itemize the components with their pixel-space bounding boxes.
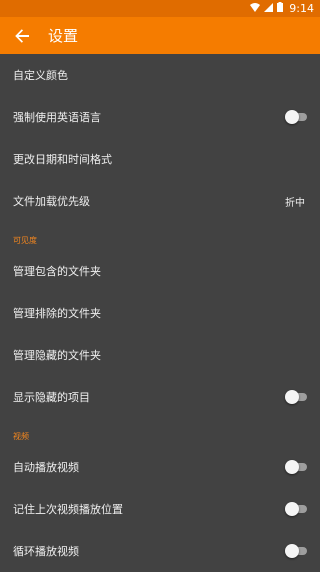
setting-label: 自动播放视频 (13, 461, 79, 474)
status-bar: 9:14 (0, 0, 320, 17)
setting-show-hidden-items[interactable]: 显示隐藏的项目 (0, 376, 320, 418)
battery-icon (277, 2, 284, 15)
arrow-back-icon (15, 28, 29, 43)
setting-excluded-folders[interactable]: 管理排除的文件夹 (0, 292, 320, 334)
show-hidden-toggle[interactable] (285, 390, 307, 404)
setting-remember-position[interactable]: 记住上次视频播放位置 (0, 488, 320, 530)
wifi-icon (250, 2, 261, 15)
page-title: 设置 (48, 27, 79, 45)
setting-force-english[interactable]: 强制使用英语语言 (0, 96, 320, 138)
setting-autoplay-videos[interactable]: 自动播放视频 (0, 446, 320, 488)
setting-date-time-format[interactable]: 更改日期和时间格式 (0, 138, 320, 180)
setting-custom-colors[interactable]: 自定义颜色 (0, 54, 320, 96)
setting-label: 更改日期和时间格式 (13, 153, 112, 166)
app-bar: 设置 (0, 17, 320, 54)
setting-file-loading-priority[interactable]: 文件加载优先级 折中 (0, 180, 320, 222)
setting-label: 显示隐藏的项目 (13, 391, 90, 404)
setting-loop-videos[interactable]: 循环播放视频 (0, 530, 320, 572)
section-header-visibility: 可见度 (13, 236, 37, 245)
signal-icon (264, 2, 274, 15)
setting-label: 文件加载优先级 (13, 195, 90, 208)
setting-included-folders[interactable]: 管理包含的文件夹 (0, 250, 320, 292)
setting-label: 管理隐藏的文件夹 (13, 349, 101, 362)
remember-position-toggle[interactable] (285, 502, 307, 516)
settings-list: 自定义颜色 强制使用英语语言 更改日期和时间格式 文件加载优先级 折中 可见度 … (0, 54, 320, 572)
setting-label: 管理包含的文件夹 (13, 265, 101, 278)
section-header-video: 视频 (13, 432, 29, 441)
status-time: 9:14 (289, 2, 314, 15)
setting-label: 自定义颜色 (13, 69, 68, 82)
setting-hidden-folders[interactable]: 管理隐藏的文件夹 (0, 334, 320, 376)
setting-label: 强制使用英语语言 (13, 111, 101, 124)
setting-label: 管理排除的文件夹 (13, 307, 101, 320)
autoplay-toggle[interactable] (285, 460, 307, 474)
setting-label: 记住上次视频播放位置 (13, 503, 123, 516)
loop-videos-toggle[interactable] (285, 544, 307, 558)
setting-label: 循环播放视频 (13, 545, 79, 558)
force-english-toggle[interactable] (285, 110, 307, 124)
setting-value: 折中 (285, 197, 305, 209)
back-button[interactable] (12, 26, 32, 46)
